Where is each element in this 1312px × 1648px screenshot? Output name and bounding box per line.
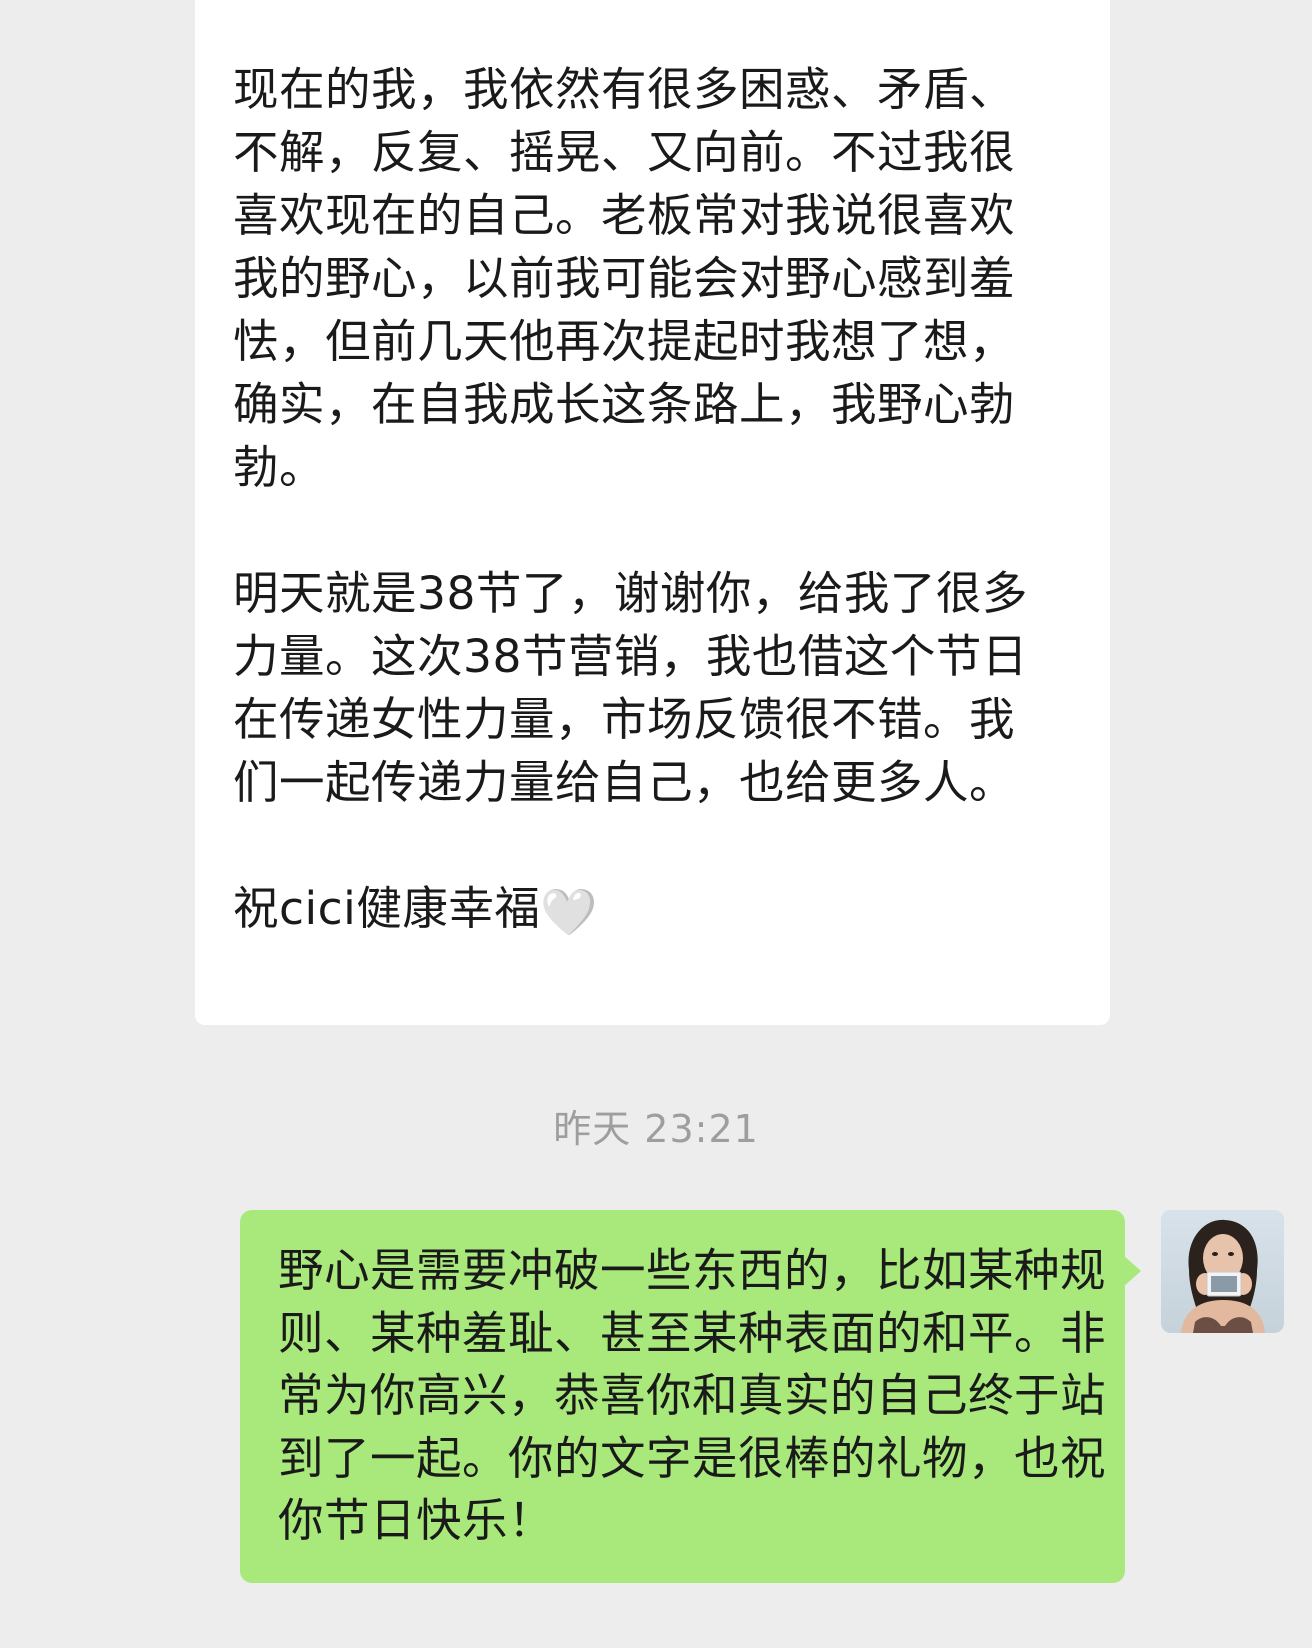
paragraph-spacer	[233, 814, 1053, 877]
outgoing-message-text: 野心是需要冲破一些东西的，比如某种规则、某种羞耻、甚至某种表面的和平。非常为你高…	[278, 1244, 1107, 1547]
white-heart-icon: 🤍	[540, 885, 599, 939]
incoming-paragraph: 现在的我，我依然有很多困惑、矛盾、不解，反复、摇晃、又向前。不过我很喜欢现在的自…	[233, 63, 1016, 494]
bubble-tail	[1123, 1255, 1141, 1287]
avatar-photo	[1161, 1210, 1284, 1333]
message-timestamp: 昨天 23:21	[553, 1107, 759, 1151]
incoming-paragraph-closing: 祝cici健康幸福🤍	[233, 877, 1053, 940]
closing-wish-text: 祝cici健康幸福	[233, 882, 541, 935]
incoming-message-bubble[interactable]: 现在的我，我依然有很多困惑、矛盾、不解，反复、摇晃、又向前。不过我很喜欢现在的自…	[195, 0, 1110, 1025]
paragraph-spacer	[233, 499, 1053, 562]
chat-view: 现在的我，我依然有很多困惑、矛盾、不解，反复、摇晃、又向前。不过我很喜欢现在的自…	[0, 0, 1312, 1648]
avatar[interactable]	[1161, 1210, 1284, 1333]
incoming-paragraph: 明天就是38节了，谢谢你，给我了很多力量。这次38节营销，我也借这个节日在传递女…	[233, 567, 1028, 809]
outgoing-message-bubble[interactable]: 野心是需要冲破一些东西的，比如某种规则、某种羞耻、甚至某种表面的和平。非常为你高…	[240, 1210, 1141, 1583]
incoming-message-text: 现在的我，我依然有很多困惑、矛盾、不解，反复、摇晃、又向前。不过我很喜欢现在的自…	[233, 58, 1053, 940]
